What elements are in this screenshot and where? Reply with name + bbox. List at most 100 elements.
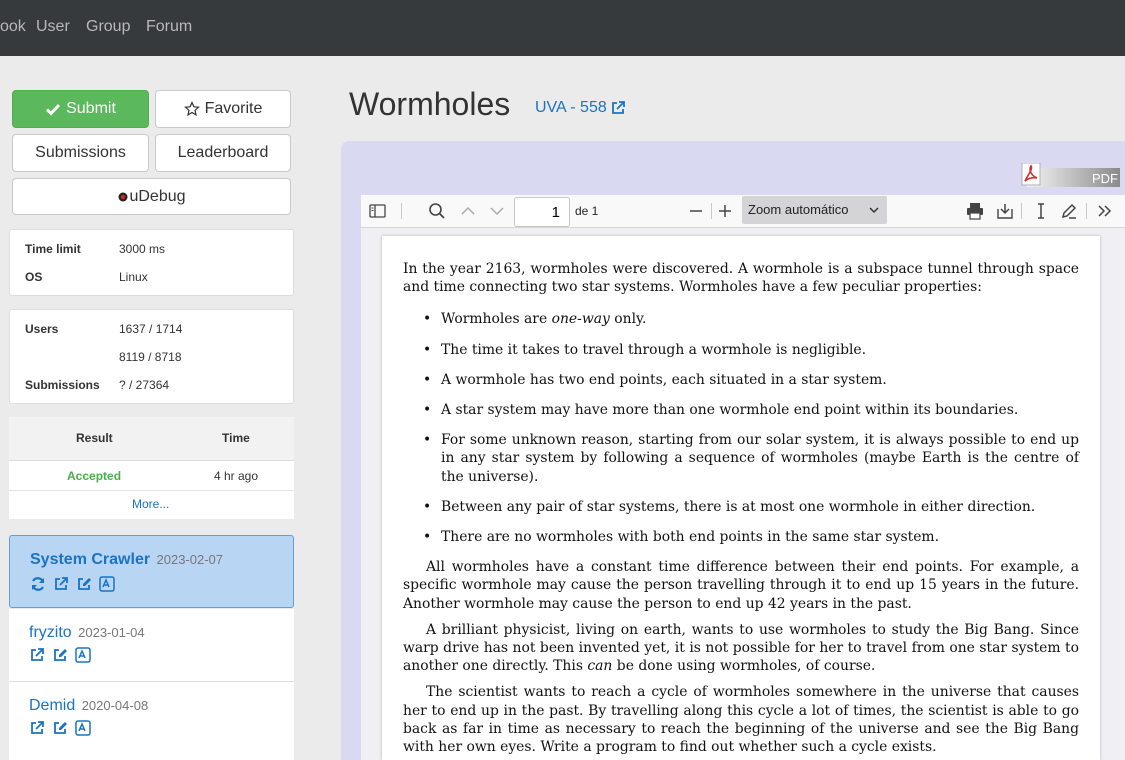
edit-icon[interactable] — [52, 647, 68, 663]
udebug-button-label: uDebug — [129, 187, 186, 205]
pdf-page: In the year 2163, wormholes were discove… — [382, 236, 1100, 760]
solution-date: 2023-02-07 — [156, 552, 224, 567]
submissions-button-label: Submissions — [35, 144, 126, 161]
users-label: Users — [25, 322, 59, 336]
zoom-in-icon[interactable] — [715, 201, 735, 221]
pdf-badge[interactable]: PDF — [1021, 162, 1120, 187]
zoom-select-value: Zoom automático — [748, 202, 849, 217]
nav-link-user[interactable]: User — [36, 18, 70, 36]
edit-icon[interactable] — [52, 720, 68, 736]
check-icon — [46, 103, 61, 116]
results-header: Result Time — [9, 417, 294, 461]
chevron-up-icon[interactable] — [458, 201, 478, 221]
udebug-button[interactable]: uDebug — [12, 178, 291, 215]
list-item: A wormhole has two end points, each situ… — [403, 371, 1079, 389]
toolbar-divider — [1021, 203, 1022, 219]
solution-actions — [30, 576, 115, 592]
os-value: Linux — [119, 270, 148, 284]
submissions-value: ? / 27364 — [119, 378, 170, 392]
external-link-icon — [611, 101, 625, 114]
list-item: Between any pair of star systems, there … — [403, 498, 1079, 516]
list-item: There are no wormholes with both end poi… — [403, 528, 1079, 546]
time-limit-value: 3000 ms — [119, 242, 166, 256]
users-value-secondary: 8119 / 8718 — [119, 350, 182, 364]
results-table: Result Time Accepted 4 hr ago More... — [9, 417, 294, 519]
problem-source-link[interactable]: UVA - 558 — [535, 99, 626, 117]
os-label: OS — [25, 270, 43, 284]
page-number-input[interactable]: 1 — [514, 197, 570, 227]
result-status: Accepted — [67, 469, 122, 483]
translate-icon[interactable] — [99, 576, 115, 592]
limits-panel: Time limit 3000 ms OS Linux — [9, 229, 294, 296]
paragraph: A brilliant physicist, living on earth, … — [403, 621, 1079, 675]
stats-panel: Users 1637 / 1714 8119 / 8718 Submission… — [9, 309, 294, 404]
pdf-badge-label: PDF — [1092, 171, 1118, 186]
favorite-button[interactable]: Favorite — [155, 90, 291, 128]
leaderboard-button-label: Leaderboard — [177, 144, 269, 161]
pdf-toolbar: 1 de 1 Zoom automático — [361, 195, 1125, 228]
result-column-header: Result — [76, 431, 113, 445]
time-column-header: Time — [222, 431, 250, 445]
problem-statement: In the year 2163, wormholes were discove… — [403, 260, 1079, 756]
external-link-icon[interactable] — [29, 647, 45, 663]
solution-author[interactable]: fryzito 2023-01-04 — [29, 624, 145, 642]
chevron-down-icon[interactable] — [487, 201, 507, 221]
solution-date: 2023-01-04 — [78, 625, 145, 640]
submit-button[interactable]: Submit — [12, 90, 149, 128]
solution-actions — [29, 720, 91, 736]
list-item: For some unknown reason, starting from o… — [403, 431, 1079, 486]
double-chevron-right-icon[interactable] — [1095, 201, 1115, 221]
table-row[interactable]: Accepted 4 hr ago — [9, 461, 294, 491]
external-link-icon[interactable] — [29, 720, 45, 736]
list-item: Wormholes are one-way only. — [403, 310, 1079, 328]
submit-button-label: Submit — [66, 100, 116, 117]
nav-link-book[interactable]: ook — [0, 18, 26, 36]
zoom-out-icon[interactable] — [686, 201, 706, 221]
udebug-bug-icon — [118, 192, 128, 201]
leaderboard-button[interactable]: Leaderboard — [155, 134, 291, 172]
paragraph: All wormholes have a constant time diffe… — [403, 559, 1079, 612]
submissions-button[interactable]: Submissions — [12, 134, 149, 172]
solution-actions — [29, 647, 91, 663]
paragraph: The scientist wants to reach a cycle of … — [403, 684, 1079, 756]
intro-paragraph: In the year 2163, wormholes were discove… — [403, 261, 1079, 296]
solution-author[interactable]: System Crawler 2023-02-07 — [30, 551, 223, 569]
solution-author[interactable]: Demid 2020-04-08 — [29, 697, 148, 715]
solution-item[interactable]: fryzito 2023-01-04 — [9, 609, 294, 682]
refresh-icon[interactable] — [30, 576, 46, 592]
chevron-down-icon — [869, 207, 879, 214]
properties-list: Wormholes are one-way only. The time it … — [403, 310, 1079, 546]
toolbar-divider — [1086, 203, 1087, 219]
list-item: A star system may have more than one wor… — [403, 401, 1079, 419]
nav-link-group[interactable]: Group — [86, 18, 130, 36]
print-icon[interactable] — [965, 201, 985, 221]
page-count: de 1 — [575, 204, 599, 218]
toolbar-divider — [401, 203, 402, 219]
favorite-button-label: Favorite — [204, 100, 263, 117]
text-cursor-icon[interactable] — [1031, 201, 1051, 221]
page-title: Wormholes — [349, 86, 511, 122]
submissions-label: Submissions — [25, 378, 100, 392]
zoom-select[interactable]: Zoom automático — [742, 196, 887, 224]
search-icon[interactable] — [427, 201, 447, 221]
users-value: 1637 / 1714 — [119, 322, 183, 336]
list-item: The time it takes to travel through a wo… — [403, 341, 1079, 359]
pencil-icon[interactable] — [1059, 201, 1079, 221]
solution-item[interactable]: Demid 2020-04-08 — [9, 682, 294, 760]
download-icon[interactable] — [995, 201, 1015, 221]
sidebar-toggle-icon[interactable] — [368, 201, 388, 221]
more-results-link[interactable]: More... — [132, 497, 169, 511]
toolbar-divider — [711, 203, 712, 219]
solution-date: 2020-04-08 — [81, 698, 149, 713]
translate-icon[interactable] — [75, 720, 91, 736]
nav-link-forum[interactable]: Forum — [146, 18, 192, 36]
star-icon — [183, 101, 200, 117]
edit-icon[interactable] — [76, 576, 92, 592]
solution-item[interactable]: System Crawler 2023-02-07 — [9, 535, 294, 608]
external-link-icon[interactable] — [53, 576, 69, 592]
translate-icon[interactable] — [75, 647, 91, 663]
top-navbar: ook User Group Forum — [0, 0, 1125, 56]
result-time: 4 hr ago — [214, 469, 259, 483]
time-limit-label: Time limit — [25, 242, 81, 256]
problem-source-label: UVA - 558 — [535, 99, 607, 116]
